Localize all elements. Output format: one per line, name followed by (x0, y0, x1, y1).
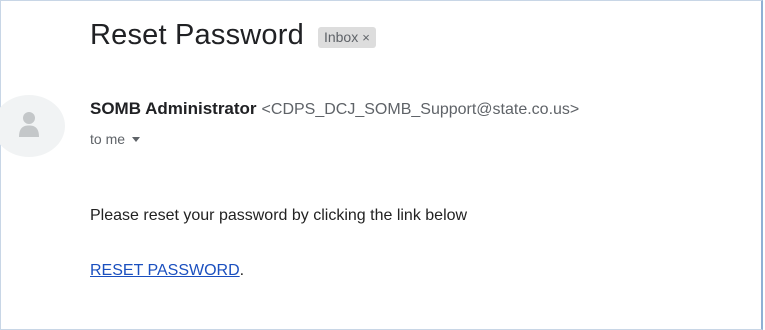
reset-password-link[interactable]: RESET PASSWORD (90, 262, 240, 279)
link-period: . (239, 262, 245, 279)
chevron-down-icon[interactable] (132, 136, 141, 142)
sender-email: <CDPS_DCJ_SOMB_Support@state.co.us> (261, 101, 580, 118)
person-icon (19, 112, 39, 137)
reset-link-line: RESET PASSWORD. (90, 262, 244, 280)
sender-line: SOMB Administrator <CDPS_DCJ_SOMB_Support… (90, 99, 579, 119)
recipient-text: to me (90, 131, 126, 147)
email-subject: Reset Password (90, 18, 304, 51)
label-text: Inbox (323, 29, 359, 45)
close-icon[interactable]: × (362, 30, 370, 45)
sender-name[interactable]: SOMB Administrator (90, 99, 257, 118)
sender-avatar (0, 95, 65, 157)
email-body-line: Please reset your password by clicking t… (90, 207, 468, 224)
inbox-label-chip[interactable]: Inbox × (317, 26, 376, 48)
subject-header: Reset Password Inbox × (90, 13, 376, 57)
email-view: Reset Password Inbox × SOMB Administrato… (0, 0, 763, 330)
recipient-line[interactable]: to me (90, 131, 141, 147)
